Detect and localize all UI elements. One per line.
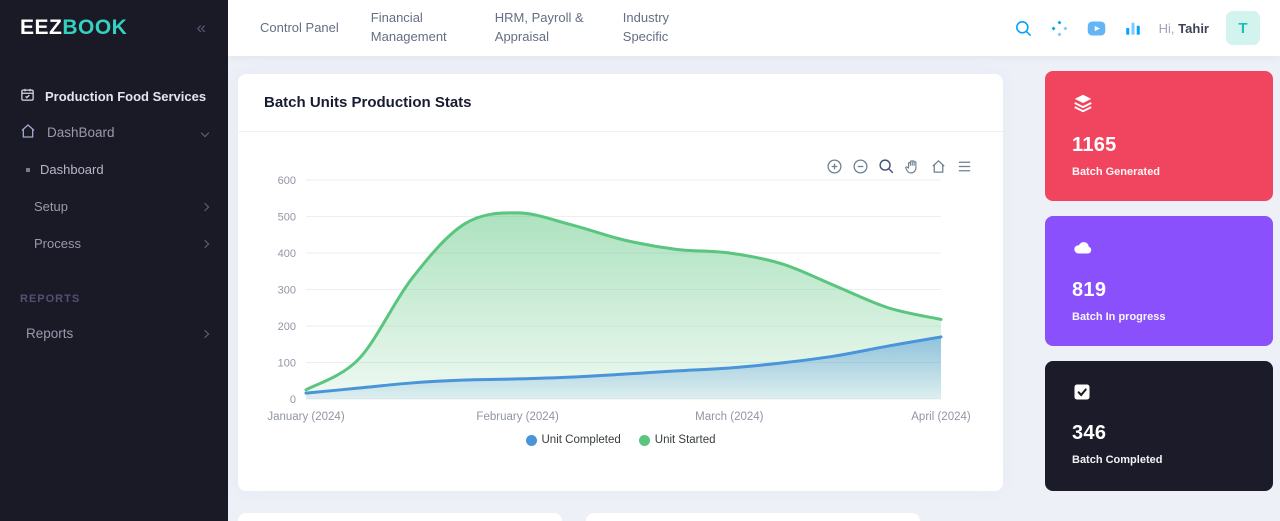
search-icon[interactable]	[1014, 19, 1033, 38]
svg-text:300: 300	[278, 285, 296, 297]
layers-icon	[1072, 101, 1094, 118]
topbar: Control Panel Financial Management HRM, …	[228, 0, 1280, 56]
svg-text:March (2024): March (2024)	[695, 411, 764, 423]
legend-dot-icon	[639, 435, 650, 446]
video-tutorial-icon[interactable]	[1086, 18, 1107, 39]
checkbox-icon	[1072, 389, 1092, 406]
chart-legend: Unit Completed Unit Started	[238, 434, 1003, 446]
sidebar-section-reports: REPORTS	[0, 282, 228, 315]
svg-text:500: 500	[278, 212, 296, 224]
partial-card	[586, 513, 920, 521]
production-stats-chart[interactable]: 0 100 200 300 400 500 600 January (2024) Februar…	[256, 170, 956, 432]
svg-text:600: 600	[278, 175, 296, 187]
sidebar: EEZBOOK « Production Food Services DashB…	[0, 0, 228, 521]
sidebar-item-label: Reports	[26, 326, 73, 341]
chevron-right-icon	[201, 239, 209, 247]
chart-card-title: Batch Units Production Stats	[264, 94, 472, 111]
svg-text:100: 100	[278, 358, 296, 370]
sidebar-collapse-icon[interactable]: «	[197, 18, 206, 38]
sidebar-item-process[interactable]: Process	[0, 225, 228, 262]
stat-label: Batch Generated	[1072, 166, 1246, 178]
svg-text:400: 400	[278, 248, 296, 260]
app-root: EEZBOOK « Production Food Services DashB…	[0, 0, 1280, 521]
stat-card-batch-in-progress[interactable]: 819 Batch In progress	[1045, 216, 1273, 346]
stat-value: 1165	[1072, 134, 1246, 157]
svg-text:February (2024): February (2024)	[476, 411, 559, 423]
menu-icon[interactable]	[956, 158, 973, 175]
legend-label: Unit Completed	[542, 434, 621, 446]
calendar-check-icon	[20, 87, 35, 105]
legend-item[interactable]: Unit Completed	[526, 434, 621, 446]
bullet-icon	[26, 168, 30, 172]
sidebar-item-service[interactable]: Production Food Services	[0, 78, 228, 114]
partial-card	[238, 513, 562, 521]
sidebar-service-label: Production Food Services	[45, 89, 206, 104]
nav-item-industry-specific[interactable]: Industry Specific	[623, 9, 685, 47]
sidebar-item-label: Process	[34, 236, 81, 251]
content-area: Batch Units Production Stats	[228, 56, 1280, 521]
stat-value: 819	[1072, 279, 1246, 302]
user-name: Tahir	[1178, 21, 1209, 36]
user-greeting: Hi, Tahir	[1159, 21, 1209, 36]
stat-card-batch-completed[interactable]: 346 Batch Completed	[1045, 361, 1273, 491]
logo-primary: EEZ	[20, 16, 62, 39]
svg-text:April (2024): April (2024)	[911, 411, 971, 423]
chart-card-header: Batch Units Production Stats	[238, 74, 1003, 132]
topnav: Control Panel Financial Management HRM, …	[228, 9, 685, 47]
svg-text:200: 200	[278, 321, 296, 333]
svg-text:January (2024): January (2024)	[267, 411, 345, 423]
sidebar-item-dashboard[interactable]: DashBoard	[0, 114, 228, 151]
nav-item-financial-management[interactable]: Financial Management	[371, 9, 463, 47]
legend-dot-icon	[526, 435, 537, 446]
chevron-right-icon	[201, 202, 209, 210]
topbar-right: Hi, Tahir T	[1014, 11, 1280, 45]
stat-label: Batch Completed	[1072, 454, 1246, 466]
sidebar-subitem-label: Dashboard	[40, 162, 104, 177]
svg-text:0: 0	[290, 394, 296, 406]
legend-item[interactable]: Unit Started	[639, 434, 716, 446]
chart-card: Batch Units Production Stats	[238, 74, 1003, 491]
sidebar-item-label: Setup	[34, 199, 68, 214]
sidebar-subitem-dashboard[interactable]: Dashboard	[0, 151, 228, 188]
app-logo[interactable]: EEZBOOK	[20, 16, 127, 40]
chevron-right-icon	[201, 329, 209, 337]
sidebar-item-reports[interactable]: Reports	[0, 315, 228, 352]
nav-item-hrm-payroll[interactable]: HRM, Payroll & Appraisal	[495, 9, 591, 47]
legend-label: Unit Started	[655, 434, 716, 446]
logo-row: EEZBOOK «	[0, 0, 228, 56]
cloud-icon	[1072, 246, 1094, 263]
logo-accent: BOOK	[62, 16, 127, 39]
avatar[interactable]: T	[1226, 11, 1260, 45]
stat-label: Batch In progress	[1072, 311, 1246, 323]
nav-item-control-panel[interactable]: Control Panel	[260, 19, 339, 38]
home-icon	[20, 123, 36, 142]
bar-chart-icon[interactable]	[1124, 19, 1142, 37]
stat-card-batch-generated[interactable]: 1165 Batch Generated	[1045, 71, 1273, 201]
sidebar-item-label: DashBoard	[47, 125, 115, 140]
apps-grid-icon[interactable]	[1050, 19, 1069, 38]
chevron-down-icon	[201, 128, 209, 136]
sidebar-item-setup[interactable]: Setup	[0, 188, 228, 225]
stat-value: 346	[1072, 422, 1246, 445]
